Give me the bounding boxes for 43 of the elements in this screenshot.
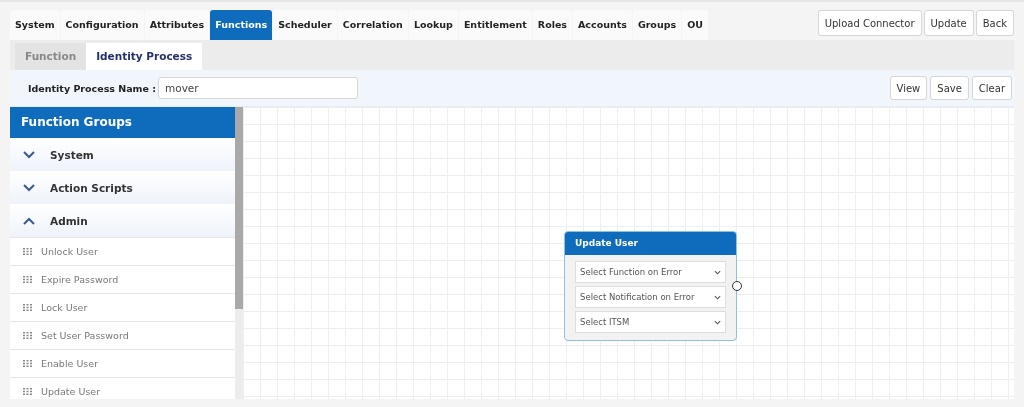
tab[interactable]: OU <box>682 10 708 40</box>
scrollbar[interactable] <box>235 107 243 399</box>
tab[interactable]: Configuration <box>60 10 144 40</box>
tab[interactable]: Attributes <box>144 10 210 40</box>
tab[interactable]: System <box>10 10 60 40</box>
grid-icon <box>23 332 32 339</box>
grid-icon <box>23 248 32 255</box>
button[interactable]: Save <box>930 76 969 100</box>
grid-icon <box>23 360 32 367</box>
node-title: Update User <box>565 232 736 255</box>
grid-icon <box>23 388 32 395</box>
chevron-down-icon <box>23 150 35 159</box>
list-item[interactable]: Update User <box>10 377 235 405</box>
dropdown[interactable]: Select Notification on Error <box>575 286 726 308</box>
dropdown[interactable]: Select ITSM <box>575 311 726 333</box>
button[interactable]: Back <box>975 10 1014 36</box>
dropdown[interactable]: Select Function on Error <box>575 261 726 283</box>
button[interactable]: View <box>889 76 928 100</box>
input-field[interactable]: mover <box>158 77 358 99</box>
connector-port[interactable] <box>732 281 742 291</box>
tab[interactable]: Lookup <box>408 10 458 40</box>
tab[interactable]: Roles <box>532 10 572 40</box>
grid-icon <box>23 304 32 311</box>
scrollbar-thumb[interactable] <box>235 107 243 309</box>
button[interactable]: Update <box>923 10 974 36</box>
field-label: Identity Process Name : <box>28 82 158 94</box>
caret-icon <box>714 269 721 275</box>
chevron-up-icon <box>23 216 35 225</box>
grid-icon <box>23 276 32 283</box>
button[interactable]: Clear <box>971 76 1012 100</box>
tab[interactable]: Accounts <box>573 10 632 40</box>
tab[interactable]: Correlation <box>337 10 408 40</box>
caret-icon <box>714 319 721 325</box>
tab[interactable]: Functions <box>210 10 273 40</box>
panel-title: Function Groups <box>10 107 235 138</box>
tab[interactable]: Scheduler <box>273 10 337 40</box>
tab[interactable]: Identity Process <box>86 43 203 70</box>
button[interactable]: Upload Connector <box>817 10 922 36</box>
caret-icon <box>714 294 721 300</box>
chevron-down-icon <box>23 183 35 192</box>
tab[interactable]: Groups <box>632 10 682 40</box>
node-card[interactable]: Update User Select Function on Error Select Notification on Error Select ITSM <box>564 231 737 341</box>
tab[interactable]: Entitlement <box>458 10 532 40</box>
